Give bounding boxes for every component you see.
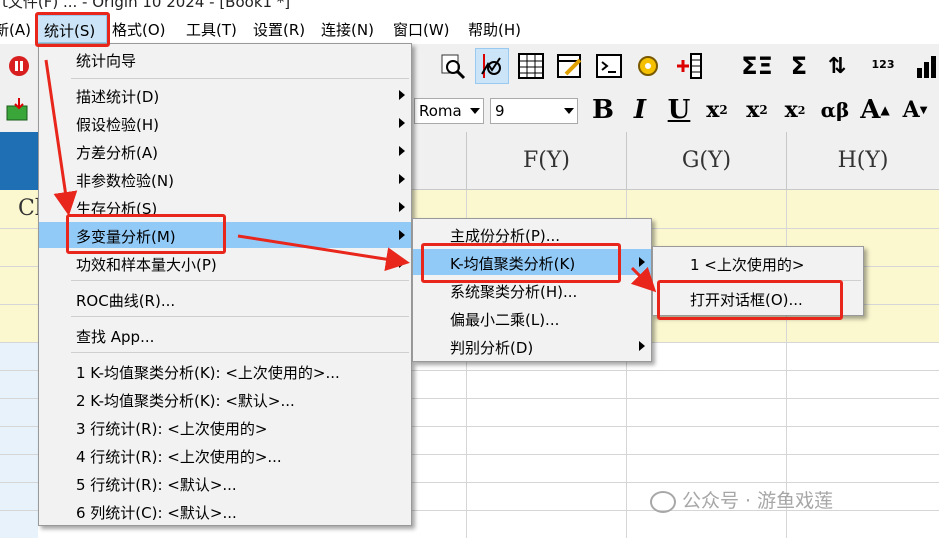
superscript-icon[interactable]: x2 [702,94,732,126]
watermark-text: 公众号 · 游鱼戏莲 [682,490,834,512]
submenu-arrow-icon [639,257,645,267]
menu-item-pls[interactable]: 偏最小二乘(L)... [413,305,651,331]
menu-tools[interactable]: 工具(T) [186,19,237,40]
watermark: 公众号 · 游鱼戏莲 [650,486,833,513]
italic-button[interactable]: I [625,94,655,126]
submenu-arrow-icon [399,202,405,212]
statistics-menu: 统计向导 描述统计(D) 假设检验(H) 方差分析(A) 非参数检验(N) 生存… [38,43,412,526]
column-header-g[interactable]: G(Y) [626,132,786,190]
annotation-box [421,243,621,283]
underline-button[interactable]: U [664,94,694,126]
menu-settings[interactable]: 设置(R) [253,19,305,40]
annotation-box [35,12,110,47]
greek-button[interactable]: αβ [820,94,850,126]
zoom-icon[interactable] [438,50,468,82]
add-column-icon[interactable] [675,50,705,82]
worksheet-icon[interactable] [516,50,546,82]
menu-item-recent-2[interactable]: 2 K-均值聚类分析(K): <默认>... [39,386,411,412]
submenu-arrow-icon [399,90,405,100]
menu-help[interactable]: 帮助(H) [468,19,521,40]
notes-icon[interactable] [555,50,585,82]
column-header-f[interactable]: F(Y) [466,132,626,190]
menu-item-discriminant[interactable]: 判别分析(D) [413,333,651,359]
column-sum-icon[interactable]: ΣΞ [741,50,773,82]
font-size-select[interactable]: 9 [490,98,578,124]
sort-icon[interactable]: ⇅ [822,50,852,82]
menu-item-find-app[interactable]: 查找 App... [39,322,411,348]
column-header-e[interactable] [411,132,466,190]
menu-item-recent-5[interactable]: 5 行统计(R): <默认>... [39,470,411,496]
font-name-select[interactable]: Roma [414,98,484,124]
chevron-down-icon [470,108,480,114]
menu-item-nonparametric[interactable]: 非参数检验(N) [39,166,411,192]
row-numbers-icon[interactable]: 123 [868,48,898,80]
import-icon[interactable] [4,94,34,126]
wechat-icon [650,490,676,513]
script-window-icon[interactable] [594,50,624,82]
super-subscript-icon[interactable]: x2 [780,94,810,126]
menu-file-fragment[interactable]: 新(A) [0,19,31,40]
menu-separator [71,316,409,317]
app-gear-icon[interactable] [633,50,663,82]
row-headers[interactable] [0,342,38,538]
menu-item-recent-3[interactable]: 3 行统计(R): <上次使用的> [39,414,411,440]
submenu-arrow-icon [399,258,405,268]
column-header-h[interactable]: H(Y) [786,132,939,190]
menu-bar: 新(A) 统计(S) 格式(O) 工具(T) 设置(R) 连接(N) 窗口(W)… [0,14,939,44]
menu-item-roc[interactable]: ROC曲线(R)... [39,286,411,312]
menu-item-last-used[interactable]: 1 <上次使用的> [653,250,863,276]
menu-item-recent-1[interactable]: 1 K-均值聚类分析(K): <上次使用的>... [39,358,411,384]
menu-item-recent-4[interactable]: 4 行统计(R): <上次使用的>... [39,442,411,468]
submenu-arrow-icon [399,118,405,128]
column-chart-icon[interactable] [912,50,939,82]
menu-item-stat-wizard[interactable]: 统计向导 [39,46,411,72]
decrease-font-icon[interactable]: A ▼ [900,94,930,126]
submenu-arrow-icon [399,146,405,156]
subscript-icon[interactable]: x2 [742,94,772,126]
menu-separator [71,78,409,79]
title-bar: t文件(F) ... - Origin 10 2024 - [Book1 *] [0,0,939,14]
stop-icon[interactable] [4,50,34,82]
menu-item-hypothesis[interactable]: 假设检验(H) [39,110,411,136]
submenu-arrow-icon [399,174,405,184]
chevron-down-icon [564,108,574,114]
menu-window[interactable]: 窗口(W) [393,19,450,40]
statistics-sigma-icon[interactable]: Σ [784,50,814,82]
annotation-box [657,280,843,320]
submenu-arrow-icon [639,341,645,351]
multivariate-submenu: 主成份分析(P)... K-均值聚类分析(K) 系统聚类分析(H)... 偏最小… [412,218,652,362]
increase-font-icon[interactable]: A ▲ [860,94,890,126]
menu-separator [71,280,409,281]
data-reader-icon[interactable] [475,48,509,84]
annotation-box [66,214,226,254]
submenu-arrow-icon [399,230,405,240]
menu-separator [71,352,409,353]
menu-item-descriptive[interactable]: 描述统计(D) [39,82,411,108]
menu-item-anova[interactable]: 方差分析(A) [39,138,411,164]
menu-format[interactable]: 格式(O) [112,19,166,40]
selected-column-header[interactable] [0,132,38,190]
menu-connect[interactable]: 连接(N) [321,19,374,40]
menu-item-recent-6[interactable]: 6 列统计(C): <默认>... [39,498,411,524]
font-size-value: 9 [495,102,505,120]
window-title: t文件(F) ... - Origin 10 2024 - [Book1 *] [2,0,291,11]
font-name-value: Roma [419,102,462,120]
bold-button[interactable]: B [588,94,618,126]
